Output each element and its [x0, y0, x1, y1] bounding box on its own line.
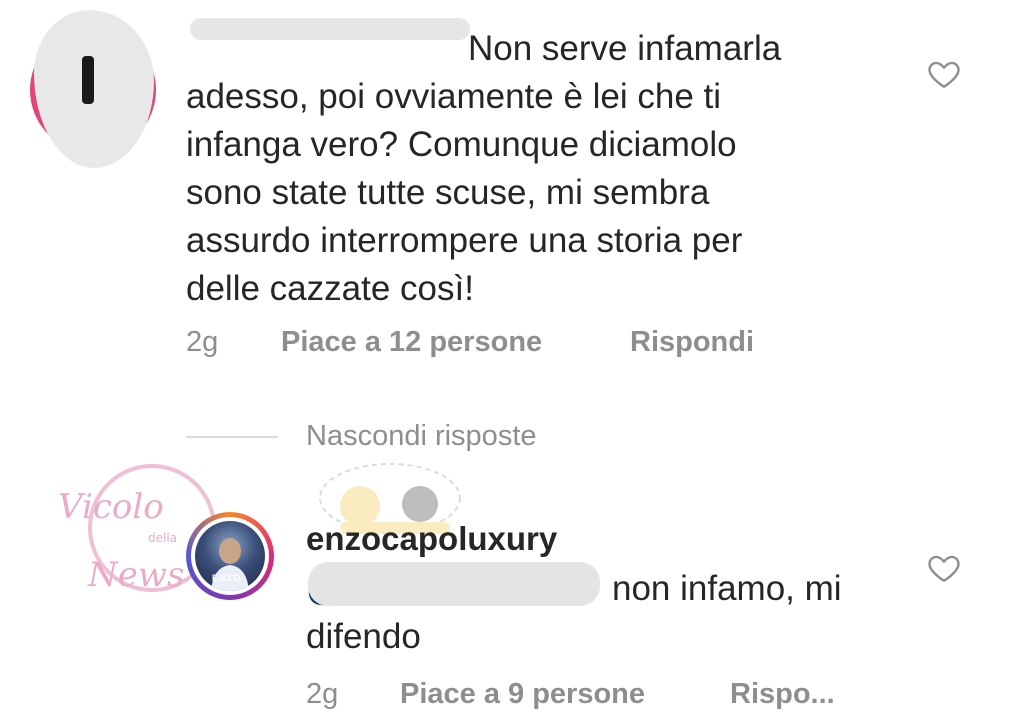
heart-outline-icon[interactable]	[926, 56, 962, 92]
divider-line	[186, 436, 278, 438]
avatar-label: ENZO	[212, 573, 242, 583]
reply-button[interactable]: Rispo...	[730, 678, 835, 711]
reply-username-link[interactable]: enzocapoluxury	[306, 520, 557, 558]
username-censor-smudge	[190, 18, 470, 40]
comment-line: assurdo interrompere una storia per	[186, 221, 743, 260]
heart-outline-icon[interactable]	[926, 550, 962, 586]
hide-replies-button[interactable]: Nascondi risposte	[306, 420, 537, 453]
comment-line: delle cazzate così!	[186, 269, 474, 308]
svg-text:della: della	[148, 531, 177, 545]
reply-time: 2g	[306, 678, 339, 710]
comment-line: infanga vero? Comunque diciamolo	[186, 125, 737, 164]
likes-count-link[interactable]: Piace a 12 persone	[281, 326, 542, 359]
comment-line: adesso, poi ovviamente è lei che ti	[186, 77, 722, 116]
reply-button[interactable]: Rispondi	[630, 326, 754, 359]
avatar-fragment	[82, 56, 94, 104]
svg-text:Vicolo: Vicolo	[58, 487, 164, 527]
comment-line: sono state tutte scuse, mi sembra	[186, 173, 710, 212]
reply-likes-count-link[interactable]: Piace a 9 persone	[400, 678, 645, 711]
comment-line: Non serve infamarla	[468, 29, 782, 68]
svg-text:News: News	[87, 555, 184, 595]
mention-censor-smudge	[308, 562, 600, 606]
reply-line: non infamo, mi	[612, 569, 842, 608]
comment-time: 2g	[186, 326, 219, 358]
reply-line: difendo	[306, 617, 421, 656]
